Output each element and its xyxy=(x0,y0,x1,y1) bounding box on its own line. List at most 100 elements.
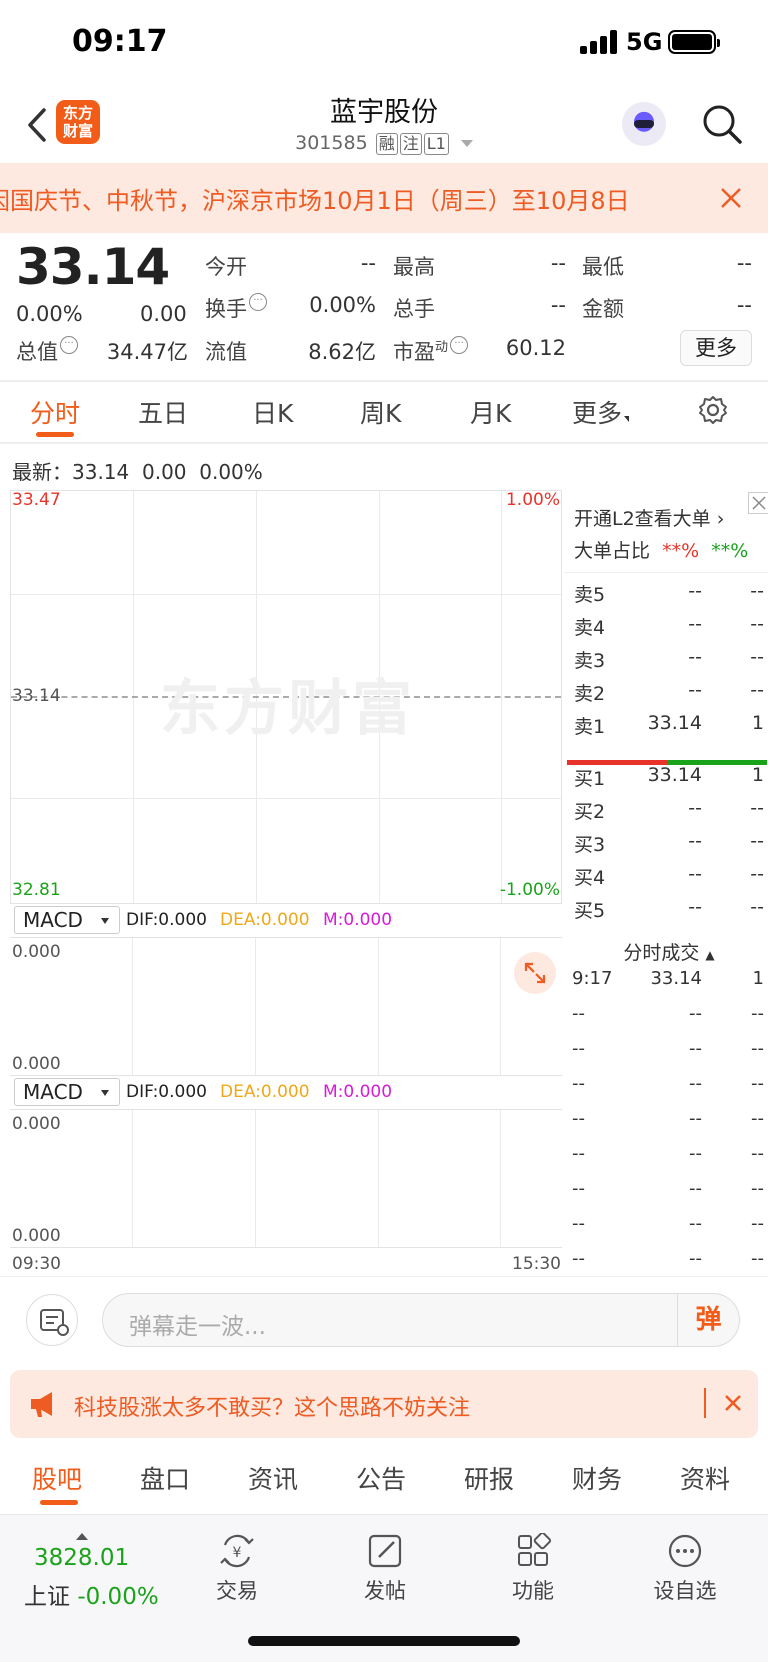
tab-news[interactable]: 资讯 xyxy=(248,1460,298,1496)
x-axis-end: 15:30 xyxy=(512,1254,561,1274)
level2-link[interactable]: 开通L2查看大单 › xyxy=(574,504,724,531)
macd-m: M:0.000 xyxy=(323,1082,393,1102)
tab-daily-k[interactable]: 日K xyxy=(252,394,293,430)
change-percent: 0.00% xyxy=(16,302,83,326)
tab-finance[interactable]: 财务 xyxy=(572,1460,622,1496)
indicator-select[interactable]: MACD xyxy=(14,906,120,934)
nav-trade[interactable]: ¥ 交易 xyxy=(192,1533,282,1605)
nav-post[interactable]: 发帖 xyxy=(340,1533,430,1605)
indicator-header: MACD DIF:0.000 DEA:0.000 M:0.000 xyxy=(10,904,562,938)
label-turnover: 换手 ··· xyxy=(205,293,267,323)
tab-intraday[interactable]: 分时 xyxy=(30,394,80,430)
y-axis-min: 32.81 xyxy=(12,880,61,900)
divider xyxy=(0,380,768,382)
dropdown-icon xyxy=(624,416,630,422)
tab-weekly-k[interactable]: 周K xyxy=(360,394,401,430)
latest-quote-line: 最新：33.14 0.00 0.00% xyxy=(12,460,263,484)
danmaku-input[interactable]: 弹幕走一波... 弹 xyxy=(102,1293,740,1347)
promo-banner[interactable]: 科技股涨太多不敢买？这个思路不妨关注 xyxy=(10,1370,758,1438)
tag-registration: 注 xyxy=(399,133,422,155)
danmaku-send-button[interactable]: 弹 xyxy=(677,1294,739,1346)
settings-icon[interactable] xyxy=(697,394,729,430)
tab-underline xyxy=(36,432,74,437)
value-high: -- xyxy=(550,251,566,275)
macd-panel[interactable] xyxy=(10,1110,562,1248)
current-price: 33.14 xyxy=(16,238,170,296)
label-pe: 市盈动 ··· xyxy=(393,336,469,366)
tick-row: 9:17 33.14 1 xyxy=(572,968,764,989)
label-low: 最低 xyxy=(582,255,624,279)
label-amount: 金额 xyxy=(582,297,624,321)
index-value[interactable]: 3828.01 xyxy=(34,1545,129,1571)
macd-bottom-value: 0.000 xyxy=(12,1054,61,1074)
tab-underline xyxy=(40,1500,78,1505)
nav-functions-label: 功能 xyxy=(512,1579,554,1603)
expand-icon[interactable] xyxy=(514,952,556,994)
tab-monthly-k[interactable]: 月K xyxy=(470,394,511,430)
tab-pankou[interactable]: 盘口 xyxy=(140,1460,190,1496)
tab-five-day[interactable]: 五日 xyxy=(138,394,188,430)
promo-text: 科技股涨太多不敢买？这个思路不妨关注 xyxy=(74,1396,471,1421)
label-volume: 总手 xyxy=(393,297,435,321)
bid-row: 买1 33.14 1 xyxy=(574,764,764,790)
chevron-down-icon xyxy=(460,140,473,147)
more-quote-button[interactable]: 更多 xyxy=(680,330,752,366)
y-axis-mid: 33.14 xyxy=(12,686,61,706)
nav-add-watchlist-label: 设自选 xyxy=(653,1579,717,1603)
nav-trade-label: 交易 xyxy=(216,1579,258,1603)
close-icon[interactable] xyxy=(718,185,744,211)
ask-row: 卖4 -- -- xyxy=(574,613,764,639)
divider xyxy=(0,1276,768,1277)
network-type: 5G xyxy=(626,28,663,56)
watermark: 东方财富 xyxy=(160,674,416,744)
tick-row: -- -- -- xyxy=(572,1003,764,1024)
indicator-header: MACD DIF:0.000 DEA:0.000 M:0.000 xyxy=(10,1076,562,1110)
nav-add-watchlist[interactable]: 设自选 xyxy=(640,1533,730,1605)
index-label[interactable]: 上证 -0.00% xyxy=(24,1577,159,1611)
indicator-select[interactable]: MACD xyxy=(14,1078,120,1106)
tag-level: L1 xyxy=(423,133,449,155)
label-high: 最高 xyxy=(393,255,435,279)
battery-icon xyxy=(668,30,720,54)
chevron-up-icon[interactable] xyxy=(76,1533,88,1540)
pct-axis-min: -1.00% xyxy=(499,880,560,900)
chart-tabs: 分时 五日 日K 周K 月K 更多 xyxy=(0,388,768,448)
tick-trades-header[interactable]: 分时成交 ▲ xyxy=(574,938,764,965)
trade-icon: ¥ xyxy=(220,1534,254,1568)
value-float-cap: 8.62亿 xyxy=(308,340,376,364)
tick-row: -- -- -- xyxy=(572,1073,764,1094)
ask-row: 卖3 -- -- xyxy=(574,646,764,672)
ai-assistant-icon[interactable] xyxy=(622,102,666,146)
nav-post-label: 发帖 xyxy=(364,1579,406,1603)
tab-guba[interactable]: 股吧 xyxy=(32,1460,82,1496)
divider xyxy=(0,442,768,444)
info-icon: ··· xyxy=(60,336,78,354)
value-market-cap: 34.47亿 xyxy=(106,340,188,364)
macd-dea: DEA:0.000 xyxy=(220,1082,310,1102)
value-volume: -- xyxy=(550,293,566,317)
search-icon[interactable] xyxy=(700,102,744,146)
info-icon: ··· xyxy=(450,336,469,354)
close-icon[interactable] xyxy=(748,492,768,514)
nav-functions[interactable]: 功能 xyxy=(488,1533,578,1605)
tab-profile[interactable]: 资料 xyxy=(680,1460,730,1496)
holiday-notice-banner[interactable]: 因国庆节、中秋节，沪深京市场10月1日（周三）至10月8日 xyxy=(0,163,768,233)
macd-bottom-value: 0.000 xyxy=(12,1226,61,1246)
stock-code: 301585 xyxy=(295,132,368,154)
svg-text:¥: ¥ xyxy=(233,1545,242,1561)
danmaku-settings-icon[interactable] xyxy=(26,1294,78,1346)
close-icon[interactable] xyxy=(722,1392,744,1414)
buy-sell-gauge xyxy=(567,750,767,765)
pct-axis-max: 1.00% xyxy=(505,490,560,510)
tab-research[interactable]: 研报 xyxy=(464,1460,514,1496)
macd-panel[interactable] xyxy=(10,938,562,1076)
value-open: -- xyxy=(360,251,376,275)
tab-announcements[interactable]: 公告 xyxy=(356,1460,406,1496)
more-dots-icon xyxy=(668,1534,702,1568)
megaphone-icon xyxy=(28,1390,60,1422)
change-amount: 0.00 xyxy=(140,302,187,326)
tab-more[interactable]: 更多 xyxy=(572,394,630,430)
danmaku-placeholder: 弹幕走一波... xyxy=(129,1314,266,1340)
tick-row: -- -- -- xyxy=(572,1143,764,1164)
ask-row: 卖2 -- -- xyxy=(574,679,764,705)
